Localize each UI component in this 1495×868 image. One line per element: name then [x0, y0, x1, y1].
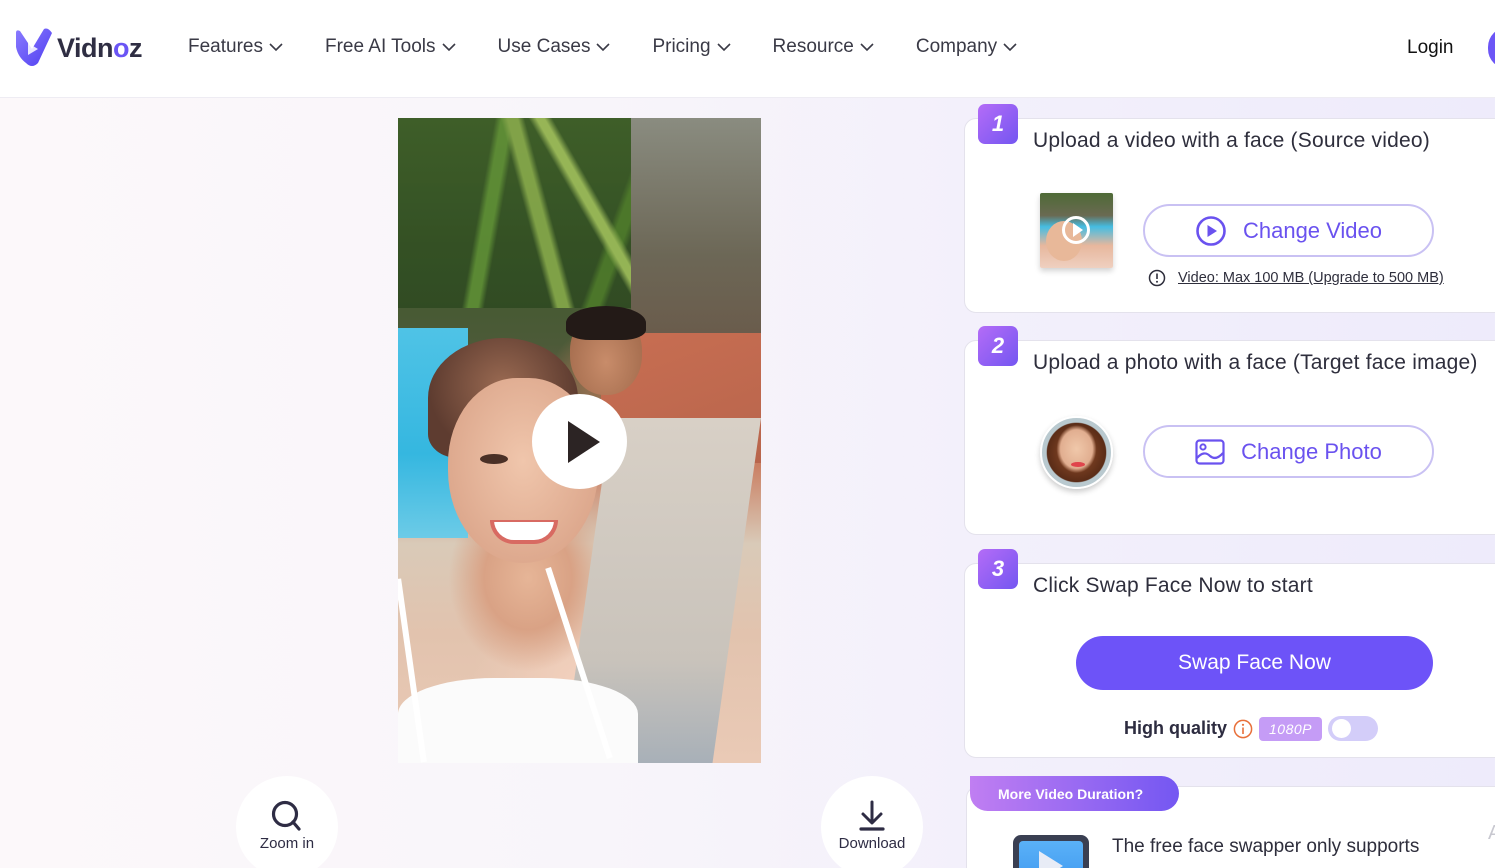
video-frame-man-hair	[566, 306, 646, 340]
video-size-limit-note: Video: Max 100 MB (Upgrade to 500 MB)	[1148, 269, 1444, 287]
play-circle-icon	[1195, 215, 1227, 247]
signup-button-partial[interactable]	[1488, 27, 1495, 69]
zoom-in-button[interactable]: Zoom in	[236, 776, 338, 868]
video-frame-top	[398, 678, 638, 763]
video-preview[interactable]	[398, 118, 761, 763]
site-header: Vidnoz Features Free AI Tools Use Cases …	[0, 0, 1495, 98]
play-button[interactable]	[532, 394, 627, 489]
info-icon[interactable]	[1233, 719, 1253, 739]
change-photo-label: Change Photo	[1241, 439, 1382, 465]
brand-name-suffix: z	[129, 33, 142, 63]
thumbnail-lips	[1071, 462, 1085, 467]
step-1-title: Upload a video with a face (Source video…	[1033, 129, 1430, 153]
image-icon	[1195, 439, 1225, 465]
chevron-down-icon	[269, 43, 283, 52]
high-quality-row: High quality 1080P	[1124, 716, 1378, 741]
play-circle-icon	[1062, 216, 1090, 244]
step-3-badge: 3	[978, 549, 1018, 589]
download-icon	[858, 800, 886, 832]
promo-description: The free face swapper only supports	[1112, 836, 1419, 858]
change-video-button[interactable]: Change Video	[1143, 204, 1434, 257]
nav-item-pricing[interactable]: Pricing	[652, 36, 730, 58]
nav-item-resource[interactable]: Resource	[773, 36, 874, 58]
high-quality-label: High quality	[1124, 718, 1227, 739]
chevron-down-icon	[442, 43, 456, 52]
step-2-title: Upload a photo with a face (Target face …	[1033, 351, 1478, 375]
nav-item-features[interactable]: Features	[188, 36, 283, 58]
chevron-down-icon	[1003, 43, 1017, 52]
download-label: Download	[839, 835, 906, 852]
play-icon	[568, 421, 600, 463]
chevron-down-icon	[860, 43, 874, 52]
zoom-in-label: Zoom in	[260, 835, 314, 852]
step-2-badge: 2	[978, 326, 1018, 366]
swap-face-now-button[interactable]: Swap Face Now	[1076, 636, 1433, 690]
source-video-thumbnail[interactable]	[1040, 193, 1113, 268]
chevron-down-icon	[596, 43, 610, 52]
target-face-thumbnail[interactable]	[1040, 416, 1113, 489]
nav-label: Use Cases	[498, 36, 591, 58]
search-icon	[270, 800, 304, 832]
more-duration-tag: More Video Duration?	[970, 776, 1179, 811]
nav-item-use-cases[interactable]: Use Cases	[498, 36, 611, 58]
download-button[interactable]: Download	[821, 776, 923, 868]
upgrade-limit-link[interactable]: Video: Max 100 MB (Upgrade to 500 MB)	[1178, 270, 1444, 286]
nav-item-company[interactable]: Company	[916, 36, 1017, 58]
nav-label: Free AI Tools	[325, 36, 436, 58]
change-video-label: Change Video	[1243, 218, 1382, 244]
promo-side-text: A	[1488, 822, 1495, 845]
high-quality-toggle[interactable]	[1328, 716, 1378, 741]
nav-label: Features	[188, 36, 263, 58]
step-1-badge: 1	[978, 104, 1018, 144]
resolution-badge: 1080P	[1259, 717, 1322, 741]
nav-item-free-ai-tools[interactable]: Free AI Tools	[325, 36, 456, 58]
alert-circle-icon	[1148, 269, 1166, 287]
nav-label: Resource	[773, 36, 854, 58]
nav-label: Company	[916, 36, 997, 58]
brand-logo[interactable]: Vidnoz	[14, 27, 142, 69]
step-3-title: Click Swap Face Now to start	[1033, 574, 1313, 598]
login-link[interactable]: Login	[1407, 37, 1454, 59]
video-frame-eye	[480, 454, 508, 464]
brand-name-prefix: Vidn	[57, 33, 113, 63]
video-file-icon	[1013, 835, 1089, 868]
vidnoz-logo-icon	[14, 27, 54, 69]
chevron-down-icon	[717, 43, 731, 52]
toggle-knob	[1332, 719, 1351, 738]
video-frame-wall	[631, 118, 761, 348]
main-nav: Features Free AI Tools Use Cases Pricing…	[188, 36, 1017, 58]
change-photo-button[interactable]: Change Photo	[1143, 425, 1434, 478]
nav-label: Pricing	[652, 36, 710, 58]
brand-name-o: o	[113, 33, 129, 63]
brand-name: Vidnoz	[57, 33, 142, 64]
